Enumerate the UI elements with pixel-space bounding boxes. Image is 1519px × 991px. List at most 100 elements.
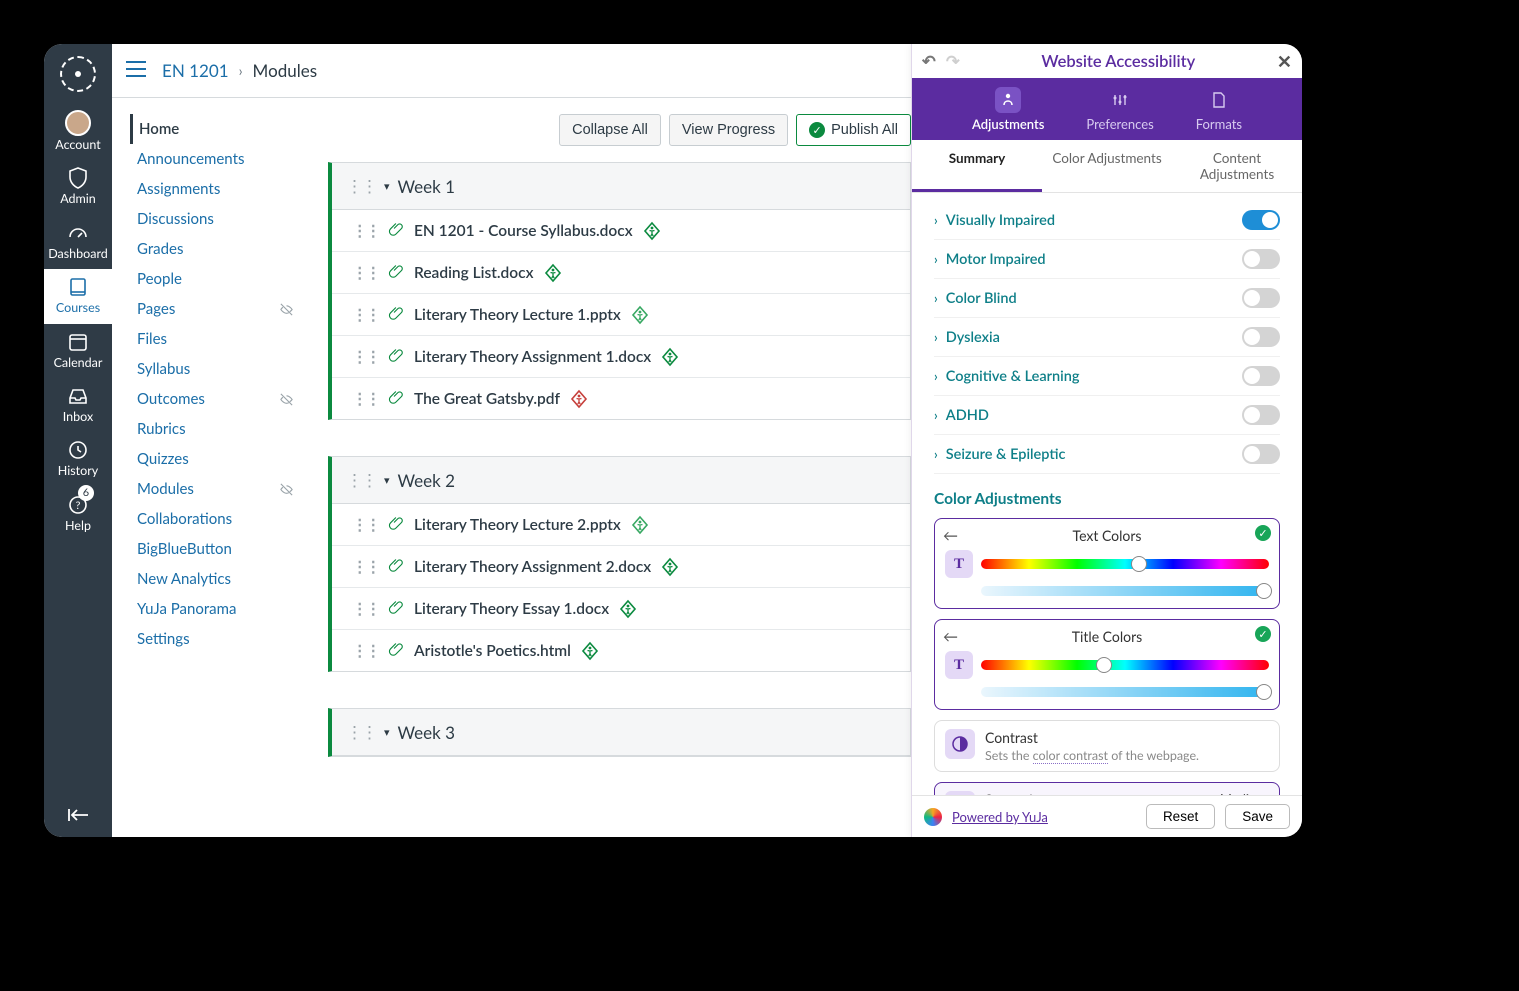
profile-cognitive-learning[interactable]: ›Cognitive & Learning (934, 357, 1280, 396)
module-item[interactable]: ⋮⋮Aristotle's Poetics.html (332, 630, 910, 671)
nav-calendar[interactable]: Calendar (44, 324, 112, 378)
profile-adhd[interactable]: ›ADHD (934, 396, 1280, 435)
course-nav-outcomes[interactable]: Outcomes (130, 384, 300, 414)
course-nav-assignments[interactable]: Assignments (130, 174, 300, 204)
module-header[interactable]: ⋮⋮▾Week 3 (332, 709, 910, 756)
course-nav-discussions[interactable]: Discussions (130, 204, 300, 234)
profile-color-blind[interactable]: ›Color Blind (934, 279, 1280, 318)
breadcrumb-course[interactable]: EN 1201 (162, 60, 229, 81)
profile-dyslexia[interactable]: ›Dyslexia (934, 318, 1280, 357)
redo-button[interactable]: ↷ (946, 51, 960, 71)
course-nav-home[interactable]: Home (130, 114, 300, 144)
accessibility-score-icon[interactable] (570, 390, 588, 408)
powered-by-link[interactable]: Powered by YuJa (952, 809, 1048, 825)
drag-handle-icon[interactable]: ⋮⋮ (352, 306, 379, 324)
hue-slider[interactable] (981, 660, 1269, 670)
drag-handle-icon[interactable]: ⋮⋮ (346, 721, 376, 743)
accessibility-score-icon[interactable] (581, 642, 599, 660)
a11y-scroll[interactable]: ›Visually Impaired›Motor Impaired›Color … (912, 193, 1302, 795)
course-nav-quizzes[interactable]: Quizzes (130, 444, 300, 474)
accessibility-score-icon[interactable] (619, 600, 637, 618)
module-item[interactable]: ⋮⋮Reading List.docx (332, 252, 910, 294)
course-nav-new-analytics[interactable]: New Analytics (130, 564, 300, 594)
accessibility-score-icon[interactable] (631, 306, 649, 324)
drag-handle-icon[interactable]: ⋮⋮ (352, 600, 379, 618)
drag-handle-icon[interactable]: ⋮⋮ (352, 516, 379, 534)
contrast-card[interactable]: Contrast Sets the color contrast of the … (934, 720, 1280, 772)
subtab-summary[interactable]: Summary (912, 140, 1042, 192)
nav-help[interactable]: ? 6 Help (44, 487, 112, 541)
drag-handle-icon[interactable]: ⋮⋮ (352, 348, 379, 366)
subtab-color[interactable]: Color Adjustments (1042, 140, 1172, 192)
tab-preferences[interactable]: Preferences (1080, 78, 1159, 140)
course-nav-bigbluebutton[interactable]: BigBlueButton (130, 534, 300, 564)
course-nav-people[interactable]: People (130, 264, 300, 294)
nav-inbox[interactable]: Inbox (44, 378, 112, 432)
course-nav-rubrics[interactable]: Rubrics (130, 414, 300, 444)
accessibility-score-icon[interactable] (631, 516, 649, 534)
caret-down-icon[interactable]: ▾ (384, 180, 390, 193)
subtab-content[interactable]: Content Adjustments (1172, 140, 1302, 192)
course-nav-settings[interactable]: Settings (130, 624, 300, 654)
module-item[interactable]: ⋮⋮Literary Theory Assignment 2.docx (332, 546, 910, 588)
profile-toggle[interactable] (1242, 210, 1280, 230)
course-nav-yuja-panorama[interactable]: YuJa Panorama (130, 594, 300, 624)
nav-admin[interactable]: Admin (44, 160, 112, 214)
nav-courses[interactable]: Courses (44, 269, 112, 323)
course-nav-grades[interactable]: Grades (130, 234, 300, 264)
module-item[interactable]: ⋮⋮Literary Theory Essay 1.docx (332, 588, 910, 630)
drag-handle-icon[interactable]: ⋮⋮ (352, 264, 379, 282)
profile-toggle[interactable] (1242, 288, 1280, 308)
profile-motor-impaired[interactable]: ›Motor Impaired (934, 240, 1280, 279)
accessibility-score-icon[interactable] (661, 558, 679, 576)
back-arrow-button[interactable]: ← (943, 628, 958, 646)
profile-toggle[interactable] (1242, 366, 1280, 386)
module-item[interactable]: ⋮⋮The Great Gatsby.pdf (332, 378, 910, 419)
caret-down-icon[interactable]: ▾ (384, 474, 390, 487)
drag-handle-icon[interactable]: ⋮⋮ (346, 175, 376, 197)
profile-visually-impaired[interactable]: ›Visually Impaired (934, 201, 1280, 240)
profile-seizure-epileptic[interactable]: ›Seizure & Epileptic (934, 435, 1280, 474)
nav-account[interactable]: Account (44, 104, 112, 160)
course-nav-pages[interactable]: Pages (130, 294, 300, 324)
saturation-card[interactable]: Saturation Sets the saturation of the we… (934, 782, 1280, 795)
nav-collapse-button[interactable] (44, 797, 112, 837)
accessibility-score-icon[interactable] (643, 222, 661, 240)
lightness-slider[interactable] (981, 687, 1269, 697)
drag-handle-icon[interactable]: ⋮⋮ (352, 558, 379, 576)
close-button[interactable]: ✕ (1277, 50, 1292, 73)
course-nav-syllabus[interactable]: Syllabus (130, 354, 300, 384)
module-header[interactable]: ⋮⋮▾Week 1 (332, 163, 910, 210)
accessibility-score-icon[interactable] (544, 264, 562, 282)
reset-button[interactable]: Reset (1146, 804, 1215, 829)
drag-handle-icon[interactable]: ⋮⋮ (352, 222, 379, 240)
module-item[interactable]: ⋮⋮EN 1201 - Course Syllabus.docx (332, 210, 910, 252)
course-nav-modules[interactable]: Modules (130, 474, 300, 504)
course-nav-files[interactable]: Files (130, 324, 300, 354)
undo-button[interactable]: ↶ (922, 51, 936, 71)
hamburger-button[interactable] (126, 60, 146, 81)
drag-handle-icon[interactable]: ⋮⋮ (346, 469, 376, 491)
accessibility-score-icon[interactable] (661, 348, 679, 366)
nav-dashboard[interactable]: Dashboard (44, 215, 112, 269)
course-nav-announcements[interactable]: Announcements (130, 144, 300, 174)
profile-toggle[interactable] (1242, 327, 1280, 347)
module-item[interactable]: ⋮⋮Literary Theory Assignment 1.docx (332, 336, 910, 378)
module-item[interactable]: ⋮⋮Literary Theory Lecture 1.pptx (332, 294, 910, 336)
back-arrow-button[interactable]: ← (943, 527, 958, 545)
hue-slider[interactable] (981, 559, 1269, 569)
drag-handle-icon[interactable]: ⋮⋮ (352, 642, 379, 660)
lightness-slider[interactable] (981, 586, 1269, 596)
module-header[interactable]: ⋮⋮▾Week 2 (332, 457, 910, 504)
tab-adjustments[interactable]: Adjustments (966, 78, 1050, 140)
brand-logo[interactable] (60, 56, 96, 92)
profile-toggle[interactable] (1242, 249, 1280, 269)
tab-formats[interactable]: Formats (1190, 78, 1248, 140)
profile-toggle[interactable] (1242, 405, 1280, 425)
nav-history[interactable]: History (44, 432, 112, 486)
save-button[interactable]: Save (1225, 804, 1290, 829)
caret-down-icon[interactable]: ▾ (384, 726, 390, 739)
drag-handle-icon[interactable]: ⋮⋮ (352, 390, 379, 408)
course-nav-collaborations[interactable]: Collaborations (130, 504, 300, 534)
profile-toggle[interactable] (1242, 444, 1280, 464)
